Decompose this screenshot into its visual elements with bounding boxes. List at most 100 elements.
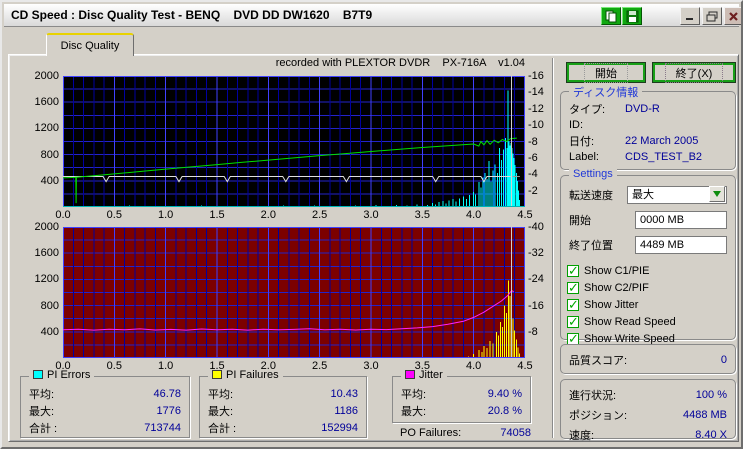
exit-button[interactable]: 終了(X) [652, 62, 736, 83]
quality-score-group: 品質スコア: 0 [560, 344, 736, 374]
type-label: タイプ: [569, 104, 606, 116]
axis-tick-label: 400 [40, 325, 59, 338]
disc-info-title: ディスク情報 [569, 84, 643, 100]
total-label: 合計 : [29, 422, 58, 435]
quality-score-value: 0 [720, 354, 727, 366]
pi-failures-swatch [212, 370, 222, 379]
axis-tick-label: 1600 [34, 247, 59, 260]
pi-failures-jitter-chart: 2000 1600 1200 800 400 -40 -32 -24 -16 -8 0.0 0.5 1.… [35, 221, 544, 372]
start-button[interactable]: 開始 [566, 62, 646, 83]
checked-checkbox-icon [567, 331, 579, 347]
max-label: 最大: [29, 405, 55, 418]
close-button[interactable] [724, 7, 741, 25]
start-position-field[interactable]: 0000 MB [635, 211, 727, 229]
copy-to-clipboard-button[interactable] [601, 7, 621, 25]
axis-tick-label: 3.0 [363, 209, 379, 221]
axis-tick-label: 1.0 [158, 360, 174, 372]
axis-tick-label: 0.5 [106, 209, 122, 221]
total-value: 713744 [144, 421, 181, 434]
speed-value: 8.40 X [695, 429, 727, 441]
position-label: ポジション: [569, 410, 628, 422]
axis-tick-label: 1200 [34, 122, 59, 135]
tab-label: Disc Quality [60, 39, 120, 52]
checked-checkbox-icon [567, 263, 579, 279]
progress-label: 進行状況: [569, 390, 617, 402]
po-failures-label: PO Failures: [400, 427, 462, 439]
label-label: Label: [569, 151, 599, 163]
axis-tick-label: 2000 [34, 221, 59, 233]
position-value: 4488 MB [682, 409, 727, 421]
main-panel: recorded with PLEXTOR DVDR PX-716A v1.04… [8, 54, 739, 442]
axis-tick-label: 800 [40, 299, 59, 312]
checkbox-show-read-speed[interactable]: Show Read Speed [567, 313, 729, 330]
minimize-icon [686, 18, 693, 20]
axis-tick-label: 2.0 [260, 209, 276, 221]
axis-tick-label: 0.5 [106, 360, 122, 372]
title-bar: CD Speed : Disc Quality Test - BENQ DVD … [4, 4, 741, 27]
axis-tick-label: 1600 [34, 96, 59, 109]
max-value: 1186 [334, 404, 358, 417]
checked-checkbox-icon [567, 297, 579, 313]
pi-failures-legend: PI Failures [208, 369, 283, 381]
total-label: 合計 : [208, 422, 237, 435]
pi-errors-legend: PI Errors [29, 369, 95, 381]
window-title: CD Speed : Disc Quality Test - BENQ DVD … [11, 8, 373, 22]
maximize-button[interactable] [702, 7, 722, 25]
checkbox-show-c1-pie[interactable]: Show C1/PIE [567, 262, 729, 279]
avg-value: 46.78 [153, 387, 181, 400]
axis-tick-label: 3.0 [363, 360, 379, 372]
avg-value: 9.40 % [487, 387, 522, 400]
panel-divider [552, 58, 554, 438]
po-failures-value: 74058 [500, 427, 531, 439]
axis-tick-label: 4.5 [517, 360, 533, 372]
axis-tick-label: 2000 [34, 70, 59, 82]
axis-tick-label: 1200 [34, 273, 59, 286]
app-window: CD Speed : Disc Quality Test - BENQ DVD … [0, 0, 743, 449]
maximize-icon [706, 11, 718, 21]
date-label: 日付: [569, 136, 595, 148]
tab-disc-quality[interactable]: Disc Quality [46, 33, 134, 56]
save-icon [626, 10, 638, 22]
progress-group: 進行状況: 100 % ポジション: 4488 MB 速度: 8.40 X [560, 379, 736, 442]
progress-value: 100 % [695, 389, 727, 401]
checked-checkbox-icon [567, 280, 579, 296]
axis-tick-label: 3.5 [414, 209, 430, 221]
checkbox-show-c2-pif[interactable]: Show C2/PIF [567, 279, 729, 296]
date-value: 22 March 2005 [625, 135, 699, 147]
jitter-legend: Jitter [401, 369, 447, 381]
axis-tick-label: 1.0 [158, 209, 174, 221]
quality-score-label: 品質スコア: [569, 355, 628, 367]
jitter-stats-box: Jitter 平均: 9.40 % 最大: 20.8 % [392, 369, 531, 423]
checked-checkbox-icon [567, 314, 579, 330]
avg-label: 平均: [208, 388, 234, 401]
end-position-field[interactable]: 4489 MB [635, 236, 727, 254]
type-value: DVD-R [625, 103, 660, 115]
recorder-note: recorded with PLEXTOR DVDR PX-716A v1.04 [275, 57, 525, 69]
close-icon [728, 11, 738, 21]
total-value: 152994 [321, 421, 358, 434]
save-button[interactable] [622, 7, 642, 25]
pi-errors-swatch [33, 370, 43, 379]
axis-tick-label: 800 [40, 148, 59, 161]
checkbox-show-jitter[interactable]: Show Jitter [567, 296, 729, 313]
speed-label: 速度: [569, 430, 595, 442]
dropdown-button[interactable] [709, 186, 725, 202]
label-value: CDS_TEST_B2 [625, 151, 703, 163]
id-label: ID: [569, 119, 584, 131]
jitter-swatch [405, 370, 415, 379]
disc-info-group: ディスク情報 タイプ: DVD-R ID: 日付: 22 March 2005 La… [560, 84, 736, 170]
axis-tick-label: 2.5 [312, 360, 328, 372]
chevron-down-icon [713, 191, 721, 197]
start-position-label: 開始 [569, 215, 591, 227]
minimize-button[interactable] [680, 7, 700, 25]
settings-title: Settings [569, 168, 617, 180]
transfer-speed-select[interactable]: 最大 [627, 186, 727, 204]
max-value: 20.8 % [487, 404, 522, 417]
avg-label: 平均: [401, 388, 427, 401]
axis-tick-label: 2.5 [312, 209, 328, 221]
max-label: 最大: [401, 405, 427, 418]
axis-tick-label: 1.5 [209, 209, 225, 221]
pi-errors-chart: 2000 1600 1200 800 400 -16 -14 -12 -10 -8 -6 -4 -2 0.… [35, 70, 544, 221]
axis-tick-label: 4.0 [466, 209, 482, 221]
po-failures-row: PO Failures: 74058 [400, 427, 531, 439]
